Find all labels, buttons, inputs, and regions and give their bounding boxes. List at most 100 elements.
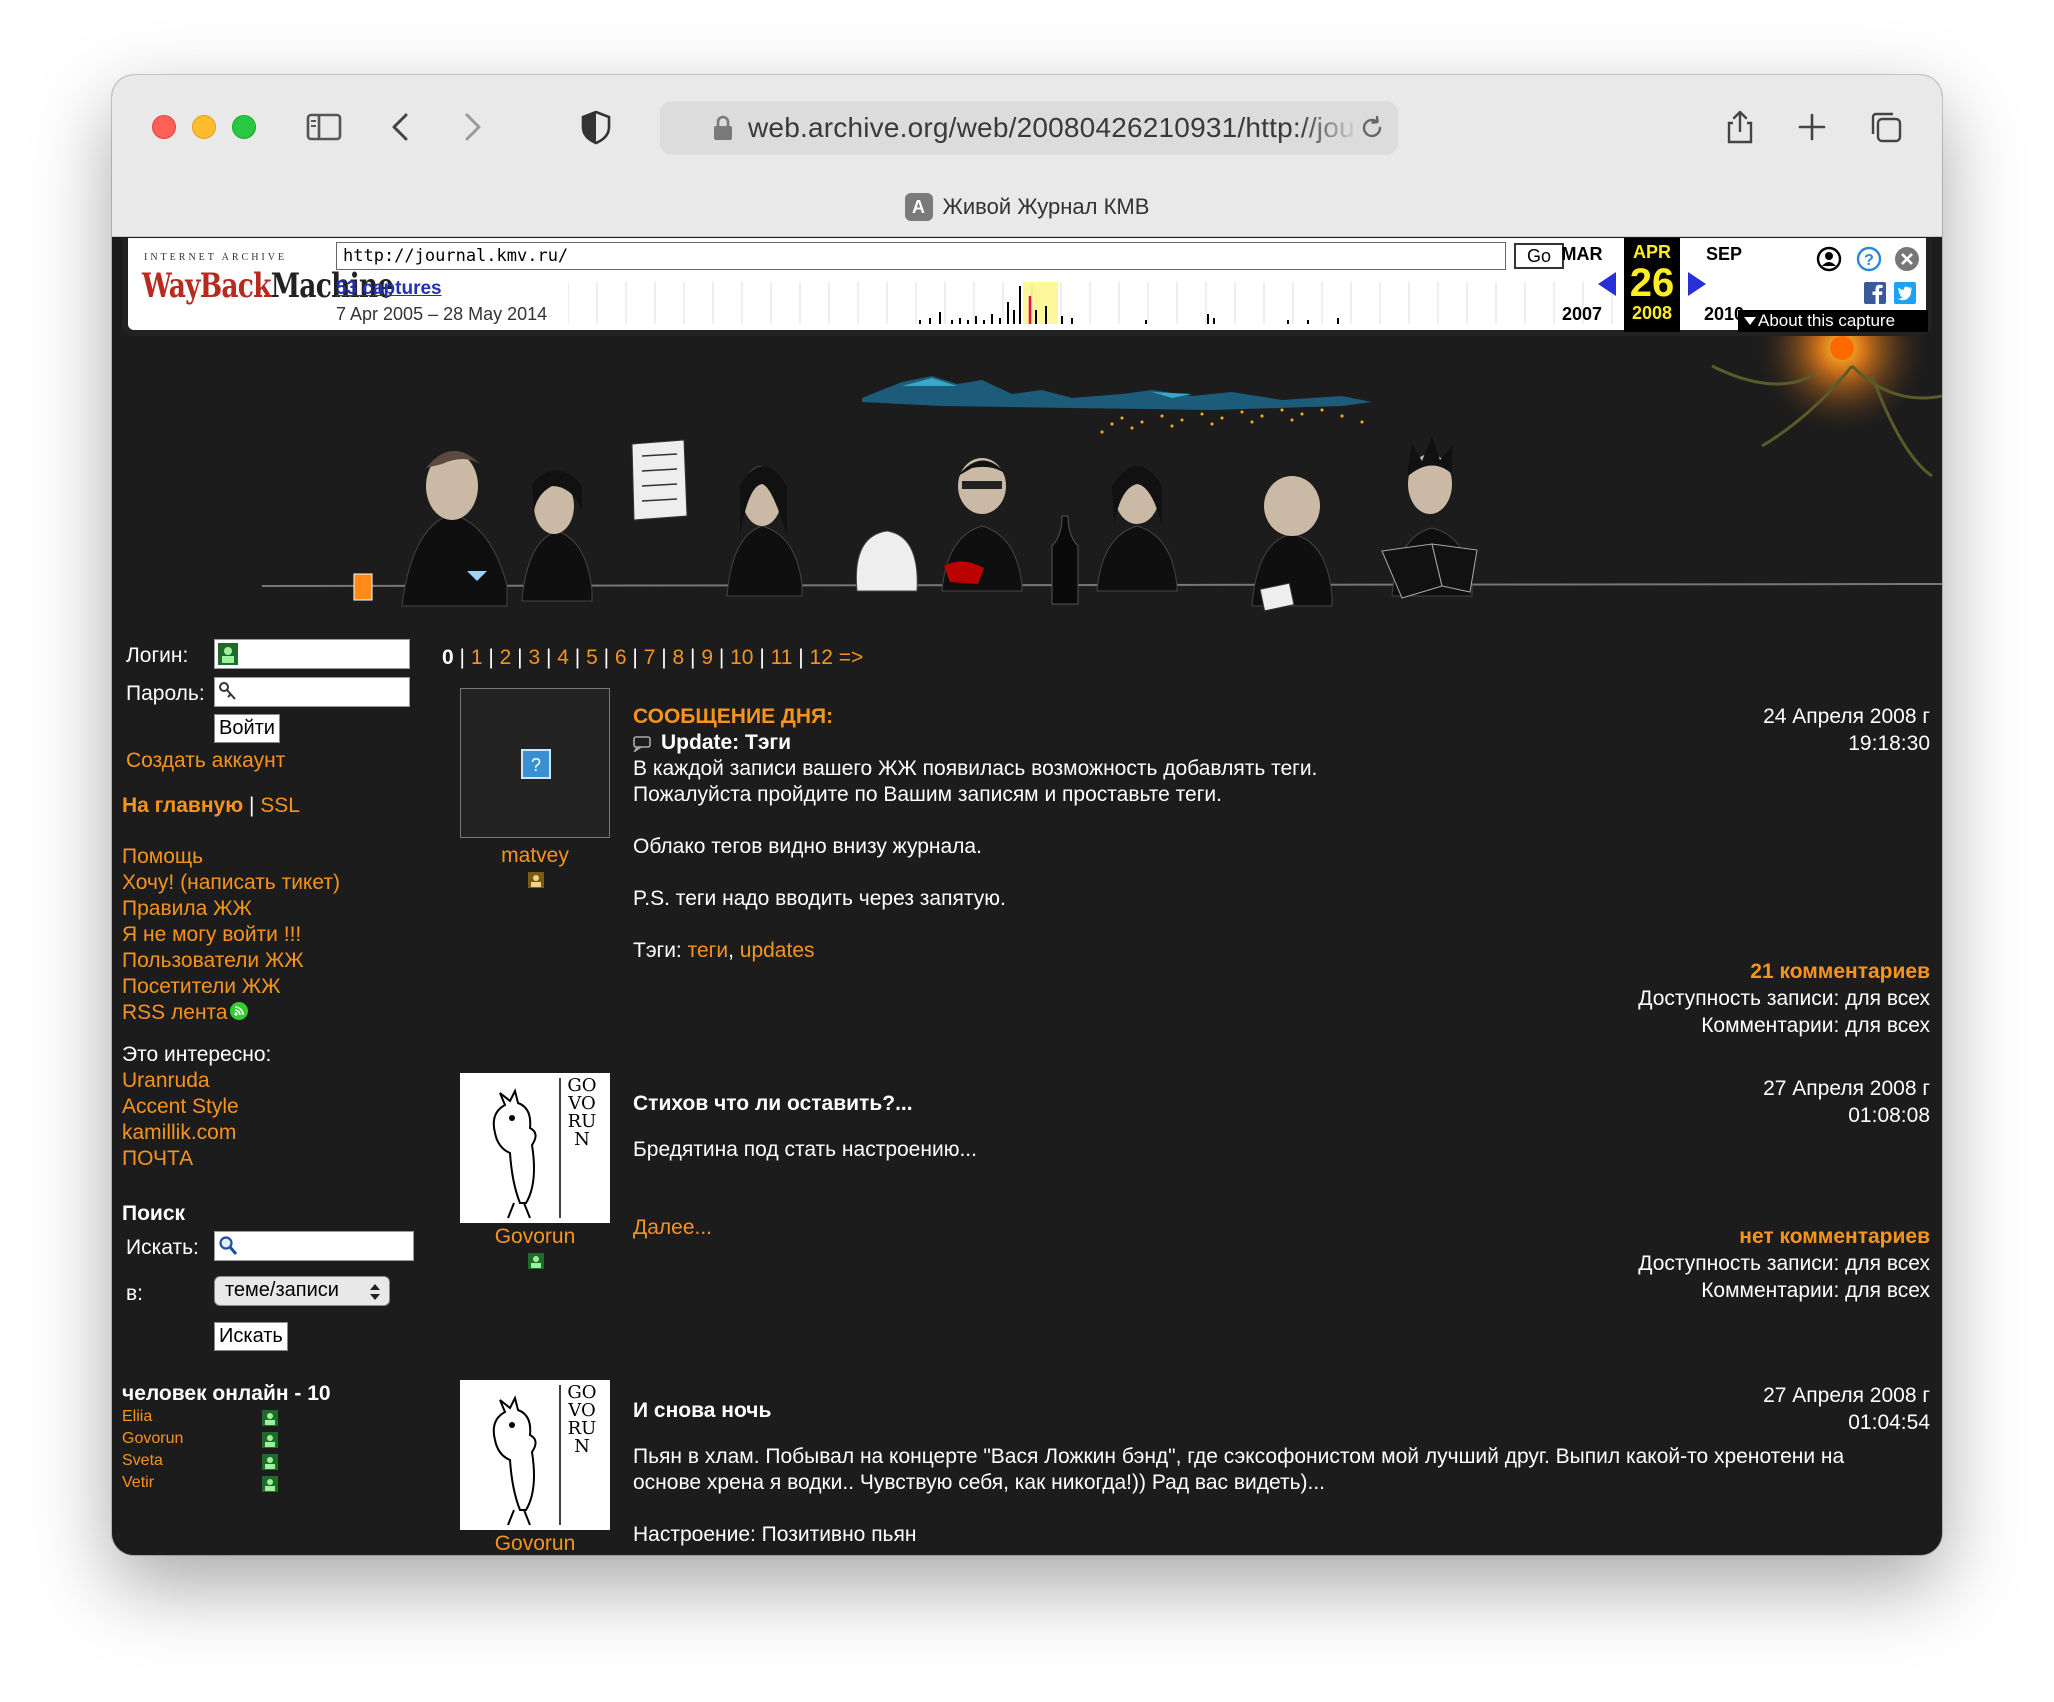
users-link[interactable]: Пользователи ЖЖ (122, 948, 422, 974)
entry-text: В каждой записи вашего ЖЖ появилась возм… (633, 757, 1318, 780)
page-link[interactable]: 1 (471, 646, 483, 669)
zoom-window-button[interactable] (232, 115, 256, 139)
address-bar[interactable]: web.archive.org/web/20080426210931/http:… (660, 101, 1398, 155)
page-link[interactable]: 10 (730, 646, 753, 669)
twitter-icon[interactable] (1894, 282, 1916, 304)
avatar[interactable]: GOVORUN (460, 1380, 610, 1530)
rules-link[interactable]: Правила ЖЖ (122, 896, 422, 922)
page-link[interactable]: 3 (528, 646, 540, 669)
interesting-link-kamillik[interactable]: kamillik.com (122, 1120, 422, 1146)
entry-access: Доступность записи: для всех (1638, 1252, 1930, 1275)
search-icon (219, 1236, 238, 1255)
avatar[interactable]: GOVORUN (460, 1073, 610, 1223)
minimize-window-button[interactable] (192, 115, 216, 139)
page-link[interactable]: 4 (557, 646, 569, 669)
search-button[interactable]: Искать (214, 1322, 288, 1351)
close-toolbar-icon[interactable] (1894, 246, 1920, 272)
online-user-name[interactable]: Eliia (122, 1408, 152, 1425)
page-link[interactable]: 6 (615, 646, 627, 669)
tab-favicon: A (904, 193, 933, 222)
interesting-link-uranruda[interactable]: Uranruda (122, 1068, 422, 1094)
sidebar-toggle-icon[interactable] (300, 103, 348, 151)
create-account-link[interactable]: Создать аккаунт (126, 748, 422, 774)
login-input[interactable] (214, 639, 410, 669)
shield-icon[interactable] (572, 103, 620, 151)
broken-image-icon: ? (521, 749, 551, 779)
wayback-next-month[interactable]: SEP (1696, 244, 1752, 265)
online-user-name[interactable]: Sveta (122, 1452, 163, 1469)
page-link[interactable]: 9 (701, 646, 713, 669)
wayback-cur-day: 26 (1629, 261, 1675, 305)
online-heading: человек онлайн - 10 (122, 1382, 331, 1405)
entry-title[interactable]: Стихов что ли оставить?... (633, 1091, 1753, 1117)
author-link[interactable]: Govorun (460, 1532, 610, 1555)
wayback-captures-link[interactable]: 53 captures (336, 278, 442, 300)
account-icon[interactable] (1816, 246, 1842, 272)
tab-title[interactable]: A Живой Журнал КМВ (112, 193, 1942, 222)
visitors-link[interactable]: Посетители ЖЖ (122, 974, 422, 1000)
home-link[interactable]: На главную (122, 794, 243, 817)
forward-icon[interactable] (448, 103, 496, 151)
rss-link[interactable]: RSS лента (122, 1001, 228, 1024)
ticket-link[interactable]: Хочу! (написать тикет) (122, 870, 422, 896)
page-link[interactable]: 11 (771, 646, 793, 669)
entry-title[interactable]: И снова ночь (633, 1398, 1893, 1424)
page-next-link[interactable]: 12 => (810, 646, 864, 669)
wayback-sparkline[interactable] (568, 282, 1638, 324)
interesting-link-mail[interactable]: ПОЧТА (122, 1146, 422, 1172)
tags-label: Тэги: (633, 939, 682, 962)
password-input[interactable] (214, 677, 410, 707)
tag-link[interactable]: updates (740, 939, 815, 962)
wayback-current-date: APR 26 2008 (1624, 238, 1680, 332)
read-more-link[interactable]: Далее... (633, 1215, 1753, 1241)
search-input[interactable] (214, 1231, 414, 1261)
share-icon[interactable] (1716, 103, 1764, 151)
interesting-link-accent[interactable]: Accent Style (122, 1094, 422, 1120)
online-user-name[interactable]: Vetir (122, 1474, 154, 1491)
cant-login-link[interactable]: Я не могу войти !!! (122, 922, 422, 948)
wayback-url-input[interactable]: http://journal.kmv.ru/ (336, 242, 1506, 270)
wayback-prev-year[interactable]: 2007 (1554, 304, 1610, 325)
entry-time: 19:18:30 (1848, 732, 1930, 755)
wayback-next-arrow-icon[interactable] (1688, 272, 1706, 296)
search-scope-select[interactable]: теме/записи (214, 1276, 390, 1306)
online-user-name[interactable]: Govorun (122, 1430, 183, 1447)
entry-title[interactable]: Update: Тэги (661, 731, 791, 754)
help-link[interactable]: Помощь (122, 844, 422, 870)
comments-link[interactable]: 21 комментариев (1638, 958, 1930, 985)
author-link[interactable]: Govorun (460, 1225, 610, 1249)
wayback-logo-a: WayBack (142, 266, 272, 306)
facebook-icon[interactable] (1864, 282, 1886, 304)
journal-entry: GOVORUN Govorun Стихов что ли оставить?.… (460, 1073, 1930, 1373)
ssl-link[interactable]: SSL (260, 794, 300, 817)
page-link[interactable]: 5 (586, 646, 598, 669)
wayback-about-capture[interactable]: About this capture (1738, 310, 1928, 332)
wayback-toolbar: INTERNET ARCHIVE WayBackMachine http://j… (122, 238, 1932, 336)
close-window-button[interactable] (152, 115, 176, 139)
wayback-prev-month[interactable]: MAR (1554, 244, 1610, 265)
reload-icon[interactable] (1358, 114, 1386, 142)
search-label: Искать: (126, 1236, 199, 1259)
avatar[interactable]: ? (460, 688, 610, 838)
pagination: 0 | 1 | 2 | 3 | 4 | 5 | 6 | 7 | 8 | 9 | … (442, 646, 864, 669)
tag-link[interactable]: теги (688, 939, 728, 962)
help-icon[interactable]: ? (1856, 246, 1882, 272)
page-link[interactable]: 8 (673, 646, 685, 669)
page-link[interactable]: 7 (644, 646, 656, 669)
entry-mood: Настроение: Позитивно пьян (633, 1523, 917, 1546)
entry-text: Облако тегов видно внизу журнала. (633, 835, 982, 858)
page-link[interactable]: 2 (500, 646, 512, 669)
login-button[interactable]: Войти (214, 714, 280, 743)
wayback-logo[interactable]: INTERNET ARCHIVE WayBackMachine (142, 248, 394, 320)
online-user: Sveta (122, 1452, 422, 1474)
back-icon[interactable] (377, 103, 425, 151)
author-link[interactable]: matvey (460, 844, 610, 868)
entry-text: Пьян в хлам. Побывал на концерте "Вася Л… (633, 1445, 1845, 1494)
tab-overview-icon[interactable] (1862, 103, 1910, 151)
user-icon (528, 872, 544, 888)
rss-icon[interactable] (230, 1002, 248, 1020)
comments-link[interactable]: нет комментариев (1638, 1223, 1930, 1250)
new-tab-icon[interactable] (1788, 103, 1836, 151)
comments-access: Комментарии: для всех (1701, 1279, 1930, 1302)
wayback-prev-arrow-icon[interactable] (1598, 272, 1616, 296)
